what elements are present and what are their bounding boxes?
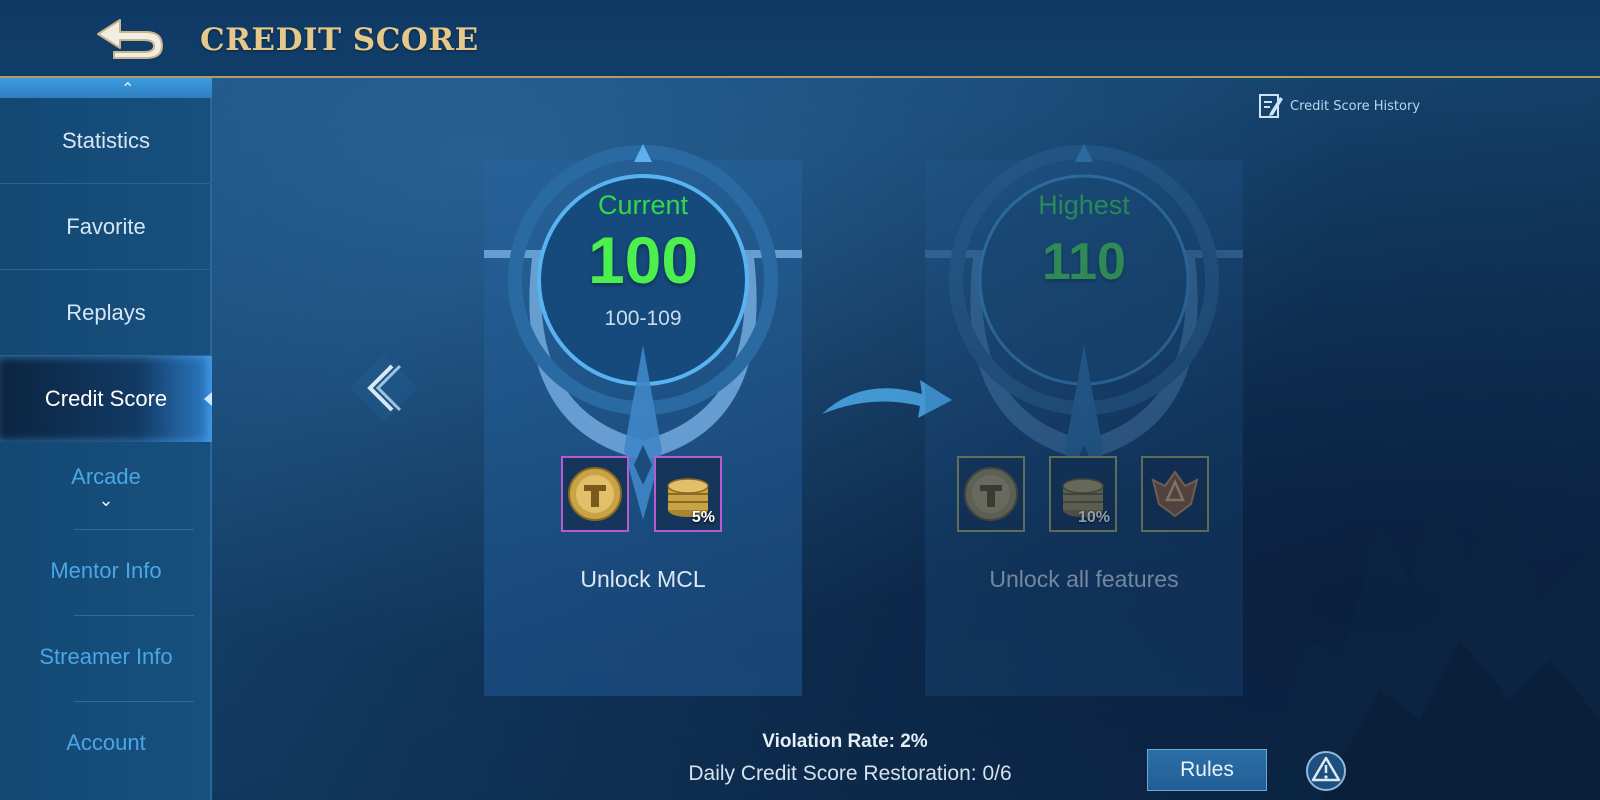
sidebar-item-mentor-info[interactable]: Mentor Info <box>0 528 212 614</box>
top-header: CREDIT SCORE <box>0 0 1600 78</box>
sidebar-item-label: Replays <box>66 299 146 325</box>
sidebar-item-credit-score[interactable]: Credit Score <box>0 356 212 442</box>
current-score-value: 100 <box>587 223 699 297</box>
highest-score-card: Highest 110 10% Unlock all features <box>925 144 1243 696</box>
current-score-range: 100-109 <box>604 307 682 330</box>
back-button[interactable] <box>92 12 168 62</box>
rules-button-label: Rules <box>1180 758 1234 781</box>
sidebar-item-label: Statistics <box>61 127 151 153</box>
history-link-label: Credit Score History <box>1290 98 1421 114</box>
current-score-card: Current 100 100-109 5% Unlock MCL <box>484 144 802 696</box>
current-card-caption: Unlock MCL <box>580 566 706 592</box>
reward-gold-coins[interactable]: 5% <box>654 456 722 532</box>
sidebar-item-label: Favorite <box>66 213 146 239</box>
emblem-badge-icon <box>1151 470 1199 518</box>
highest-rewards: 10% <box>925 456 1243 532</box>
active-indicator <box>204 392 212 406</box>
sidebar-item-statistics[interactable]: Statistics <box>0 98 212 184</box>
highest-score-value: 110 <box>1042 233 1126 291</box>
sidebar: ⌃ Statistics Favorite Replays Credit Sco… <box>0 78 212 800</box>
t-coin-icon <box>568 467 622 521</box>
sidebar-item-label: Account <box>66 730 146 755</box>
sidebar-item-replays[interactable]: Replays <box>0 270 212 356</box>
rules-button[interactable]: Rules <box>1147 749 1267 791</box>
reward-percent: 10% <box>1077 509 1110 526</box>
daily-restoration: Daily Credit Score Restoration: 0/6 <box>688 762 1012 785</box>
back-arrow-icon <box>97 19 163 59</box>
sidebar-item-arcade[interactable]: Arcade ⌄ <box>0 442 212 528</box>
credit-score-history-link[interactable]: Credit Score History <box>1258 88 1420 124</box>
report-button[interactable] <box>1305 750 1347 792</box>
warning-icon <box>1306 751 1346 791</box>
page-title: CREDIT SCORE <box>200 22 479 58</box>
sidebar-scroll-up-button[interactable]: ⌃ <box>0 78 212 98</box>
chevron-up-icon: ⌃ <box>121 79 135 98</box>
reward-gold-coins[interactable]: 10% <box>1049 456 1117 532</box>
sidebar-item-label: Credit Score <box>44 386 168 411</box>
current-score-label: Current <box>597 190 689 220</box>
reward-t-coin[interactable] <box>561 456 629 532</box>
chevron-down-icon: ⌄ <box>98 490 114 511</box>
sidebar-item-label: Arcade <box>71 464 141 489</box>
sidebar-item-label: Streamer Info <box>39 644 173 669</box>
sidebar-item-account[interactable]: Account <box>0 700 212 786</box>
reward-t-coin[interactable] <box>957 456 1025 532</box>
highest-card-caption: Unlock all features <box>989 566 1179 592</box>
current-rewards: 5% <box>484 456 802 532</box>
previous-button[interactable] <box>348 352 420 424</box>
violation-rate: Violation Rate: 2% <box>762 731 928 752</box>
sidebar-item-favorite[interactable]: Favorite <box>0 184 212 270</box>
t-coin-icon <box>964 467 1018 521</box>
sidebar-item-streamer-info[interactable]: Streamer Info <box>0 614 212 700</box>
highest-score-label: Highest <box>1038 190 1130 220</box>
reward-percent: 5% <box>691 509 715 526</box>
double-chevron-left-icon <box>350 354 418 422</box>
sidebar-item-label: Mentor Info <box>50 558 162 583</box>
reward-emblem-badge[interactable] <box>1141 456 1209 532</box>
edit-note-icon <box>1259 94 1283 118</box>
